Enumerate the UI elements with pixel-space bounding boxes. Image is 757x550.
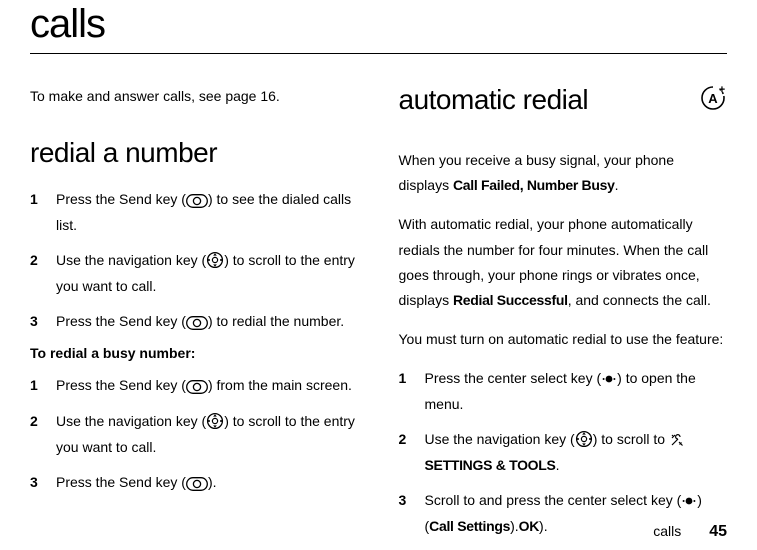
step-number: 3 [30, 470, 56, 496]
content-columns: To make and answer calls, see page 16. r… [30, 84, 727, 550]
list-item: 1Press the center select key () to open … [399, 366, 728, 417]
text-run: , and connects the call. [568, 292, 711, 308]
list-item: 3Press the Send key () to redial the num… [30, 309, 359, 335]
center-select-key-icon [681, 489, 697, 514]
ui-text: Call Settings [429, 518, 510, 534]
auto-redial-badge-icon: A + [699, 84, 727, 117]
step-number: 1 [399, 366, 425, 417]
send-key-icon [186, 471, 208, 496]
settings-tools-icon [669, 428, 685, 453]
step-number: 3 [399, 488, 425, 539]
list-item: 1Press the Send key () from the main scr… [30, 373, 359, 399]
redial-busy-steps-list: 1Press the Send key () from the main scr… [30, 373, 359, 496]
nav-key-icon [575, 428, 593, 453]
send-key-icon [186, 310, 208, 335]
redial-steps-list: 1Press the Send key () to see the dialed… [30, 187, 359, 335]
step-number: 2 [399, 427, 425, 478]
nav-key-icon [206, 410, 224, 435]
auto-redial-heading: automatic redial [399, 84, 589, 116]
list-item: 2Use the navigation key () to scroll to … [30, 248, 359, 299]
step-text: Press the Send key () from the main scre… [56, 373, 359, 399]
footer-section-label: calls [653, 523, 681, 539]
list-item: 2Use the navigation key () to scroll to … [30, 409, 359, 460]
send-key-icon [186, 374, 208, 399]
step-text: Use the navigation key () to scroll to t… [56, 409, 359, 460]
redial-heading: redial a number [30, 137, 359, 169]
left-column: To make and answer calls, see page 16. r… [30, 84, 359, 550]
nav-key-icon [206, 249, 224, 274]
auto-redial-para1: When you receive a busy signal, your pho… [399, 148, 728, 198]
text-run: . [615, 177, 619, 193]
step-text: Press the Send key (). [56, 470, 359, 496]
list-item: 3Press the Send key (). [30, 470, 359, 496]
redial-busy-subheading: To redial a busy number: [30, 345, 359, 361]
step-number: 2 [30, 248, 56, 299]
center-select-key-icon [601, 367, 617, 392]
auto-redial-para2: With automatic redial, your phone automa… [399, 212, 728, 313]
step-number: 3 [30, 309, 56, 335]
ui-text-redial-successful: Redial Successful [453, 292, 568, 308]
svg-text:A: A [708, 91, 718, 106]
list-item: 1Press the Send key () to see the dialed… [30, 187, 359, 238]
list-item: 2Use the navigation key () to scroll to … [399, 427, 728, 478]
step-text: Press the Send key () to redial the numb… [56, 309, 359, 335]
page-footer: calls 45 [653, 523, 727, 541]
svg-text:+: + [719, 84, 725, 96]
footer-page-number: 45 [709, 523, 727, 541]
step-number: 2 [30, 409, 56, 460]
step-text: Press the Send key () to see the dialed … [56, 187, 359, 238]
intro-paragraph: To make and answer calls, see page 16. [30, 84, 359, 109]
send-key-icon [186, 188, 208, 213]
step-text: Use the navigation key () to scroll to S… [425, 427, 728, 478]
ui-text-call-failed: Call Failed, Number Busy [453, 177, 615, 193]
step-number: 1 [30, 373, 56, 399]
step-number: 1 [30, 187, 56, 238]
ui-text: OK [519, 518, 539, 534]
step-text: Press the center select key () to open t… [425, 366, 728, 417]
subheading-colon: : [191, 345, 196, 361]
right-column: automatic redial A + When you receive a … [399, 84, 728, 550]
auto-redial-steps-list: 1Press the center select key () to open … [399, 366, 728, 539]
auto-redial-para3: You must turn on automatic redial to use… [399, 327, 728, 352]
step-text: Use the navigation key () to scroll to t… [56, 248, 359, 299]
page-title: calls [30, 2, 727, 54]
ui-text: SETTINGS & TOOLS [425, 457, 556, 473]
auto-redial-header-wrap: automatic redial A + [399, 84, 728, 134]
subheading-bold: To redial a busy number [30, 345, 191, 361]
